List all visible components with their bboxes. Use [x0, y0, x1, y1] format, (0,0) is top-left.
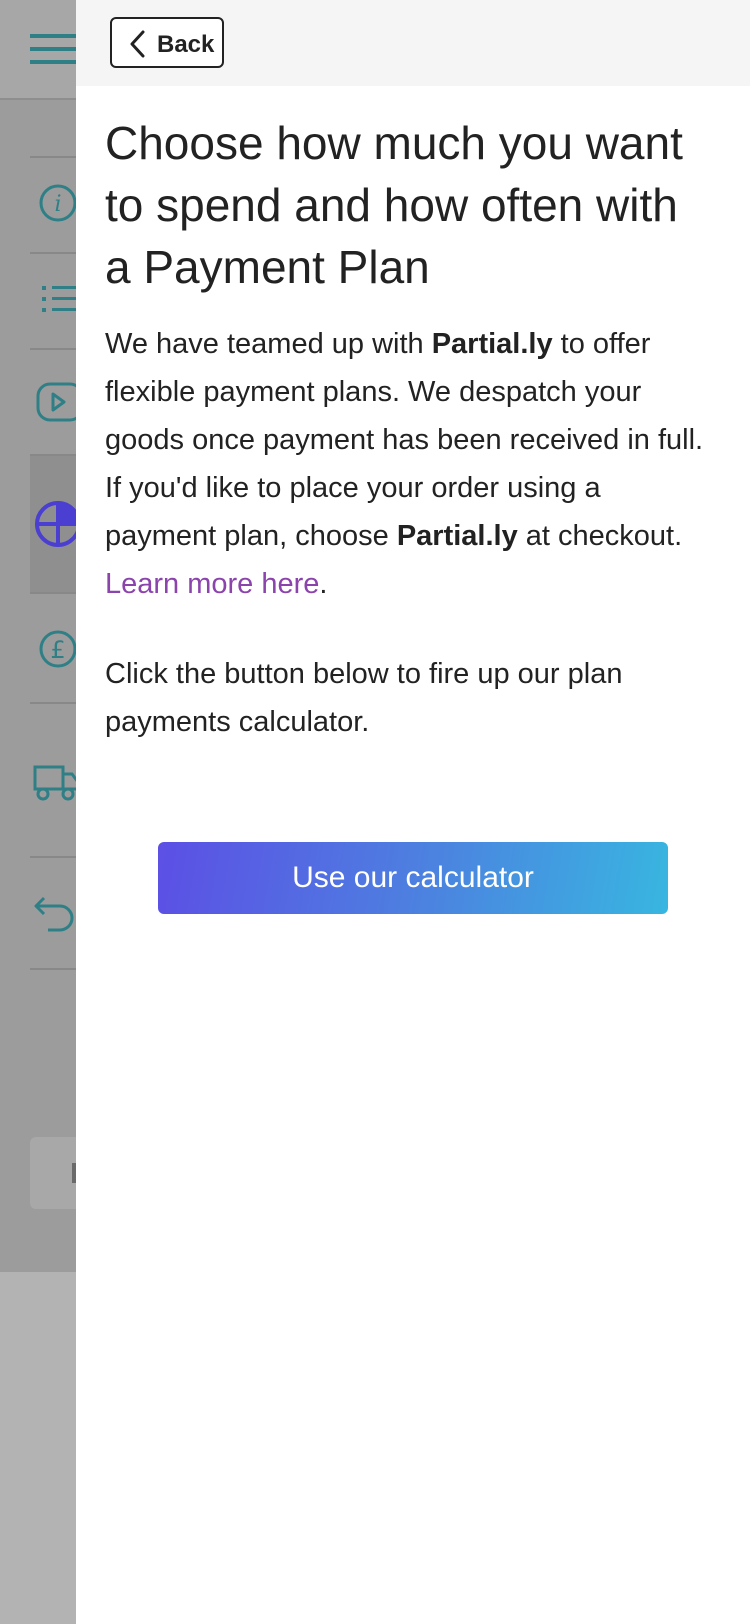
sidebar-item-finance[interactable]: £	[30, 592, 76, 704]
background-header	[0, 0, 76, 100]
panel-header: Back	[76, 0, 750, 86]
delivery-truck-icon	[33, 765, 76, 801]
sidebar-item-video[interactable]	[30, 348, 76, 456]
intro-text-end: at checkout.	[517, 520, 683, 552]
intro-period: .	[319, 568, 328, 600]
list-icon	[42, 286, 76, 312]
svg-text:i: i	[54, 192, 61, 217]
sidebar-item-returns[interactable]	[30, 856, 76, 970]
page-title: Choose how much you want to spend and ho…	[105, 117, 683, 293]
brand-name: Partial.ly	[431, 328, 553, 360]
sidebar-item-list[interactable]	[30, 252, 76, 350]
sidebar-item-info[interactable]: i	[30, 156, 76, 254]
back-button-label: Back	[157, 31, 215, 58]
pound-icon: £	[39, 630, 76, 668]
video-icon	[36, 382, 76, 422]
svg-text:£: £	[50, 636, 65, 664]
use-calculator-button[interactable]: Use our calculator	[158, 842, 668, 914]
brand-name-2: Partial.ly	[396, 520, 518, 552]
intro-text-mid: to offer flexible payment plans. We desp…	[105, 328, 704, 552]
sidebar-item-payment-plan[interactable]	[30, 454, 76, 594]
intro-paragraph: We have teamed up with Partial.ly to off…	[105, 320, 715, 608]
sidebar-item-delivery[interactable]	[30, 702, 76, 858]
background-sidebar: i £	[0, 0, 76, 1000]
background-lower-section	[0, 1000, 76, 1272]
back-button[interactable]: Back	[110, 17, 224, 68]
intro-text-start: We have teamed up with	[105, 328, 432, 360]
payment-plan-icon	[35, 501, 76, 547]
return-icon	[34, 896, 74, 932]
chevron-left-icon	[130, 30, 145, 58]
info-icon: i	[39, 184, 76, 222]
menu-icon[interactable]	[30, 30, 76, 66]
payment-plan-panel: Back Choose how much you want to spend a…	[76, 0, 750, 1624]
learn-more-link[interactable]: Learn more here	[105, 568, 319, 600]
background-button	[30, 1137, 76, 1209]
calculator-paragraph: Click the button below to fire up our pl…	[105, 658, 623, 738]
